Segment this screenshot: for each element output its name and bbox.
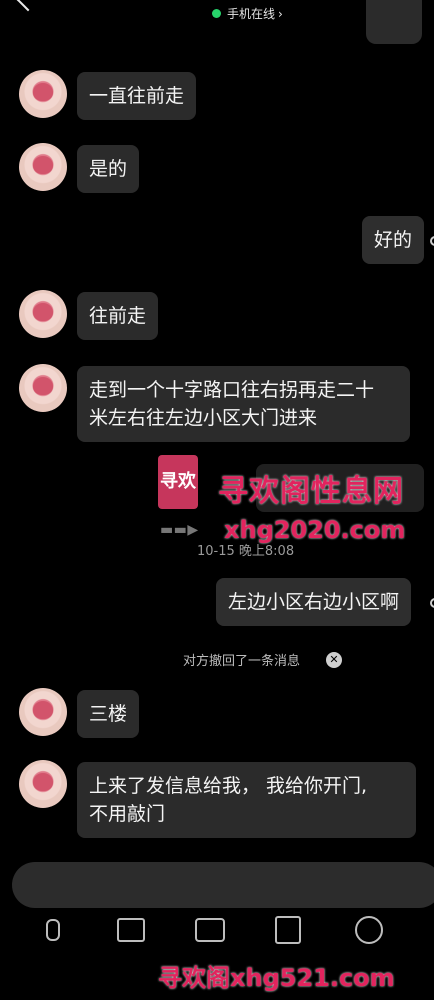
message-text-line: 米左右往左边小区大门进来	[89, 407, 318, 429]
message-text-line: 不用敲门	[89, 803, 166, 825]
close-icon[interactable]: ✕	[326, 651, 343, 668]
emoji-icon[interactable]	[353, 914, 385, 946]
watermark-bottom: 寻欢阁xhg521.com	[158, 964, 395, 992]
message-text-line: 走到一个十字路口往右拐再走二十	[89, 379, 375, 401]
avatar[interactable]	[19, 760, 67, 808]
own-avatar-edge	[430, 236, 434, 246]
watermark-site-name: 寻欢阁性息网	[218, 474, 404, 509]
avatar[interactable]	[19, 688, 67, 736]
red-packet-icon[interactable]	[272, 914, 304, 946]
message-timestamp: 10-15 晚上8:08	[197, 544, 295, 559]
message-bubble[interactable]: 一直往前走	[77, 72, 197, 120]
message-bubble[interactable]: 上来了发信息给我， 我给你开门, 不用敲门	[77, 762, 416, 838]
message-text: 是的	[89, 158, 128, 180]
message-bubble[interactable]: 好的	[362, 216, 425, 264]
watermark-arrow-icon: ▬ ▬ ▶	[160, 522, 198, 538]
recall-notice-text: 对方撤回了一条消息	[183, 654, 301, 669]
camera-icon[interactable]	[194, 914, 226, 946]
message-bubble[interactable]: 三楼	[77, 690, 140, 738]
message-bubble[interactable]: 左边小区右边小区啊	[216, 578, 412, 626]
recall-notice: 对方撤回了一条消息 ✕	[183, 650, 343, 669]
message-text: 一直往前走	[89, 85, 185, 107]
avatar[interactable]	[19, 290, 67, 338]
chevron-right-icon[interactable]: ›	[278, 7, 283, 21]
message-bubble[interactable]: 是的	[77, 145, 140, 193]
avatar[interactable]	[19, 364, 67, 412]
back-arrow-icon[interactable]	[16, 0, 40, 12]
message-bubble[interactable]: 往前走	[77, 292, 159, 340]
microphone-icon[interactable]	[37, 914, 69, 946]
message-text: 左边小区右边小区啊	[228, 591, 400, 613]
chat-toolbar	[0, 914, 434, 954]
online-status: 手机在线 ›	[212, 5, 283, 22]
avatar[interactable]	[19, 70, 67, 118]
message-input[interactable]	[12, 862, 434, 908]
online-dot-icon	[212, 9, 221, 18]
online-status-text: 手机在线	[227, 7, 276, 21]
top-status-bar: 手机在线 ›	[0, 0, 434, 44]
avatar[interactable]	[19, 143, 67, 191]
image-icon[interactable]	[115, 914, 147, 946]
partial-message-bubble	[366, 0, 422, 44]
message-text: 往前走	[89, 305, 147, 327]
watermark-logo: 寻欢	[158, 455, 198, 509]
message-text: 好的	[374, 229, 413, 251]
message-bubble[interactable]: 走到一个十字路口往右拐再走二十 米左右往左边小区大门进来	[77, 366, 410, 442]
own-avatar-edge	[430, 598, 434, 608]
message-text: 三楼	[89, 703, 128, 725]
message-text-line: 上来了发信息给我， 我给你开门,	[89, 775, 368, 797]
